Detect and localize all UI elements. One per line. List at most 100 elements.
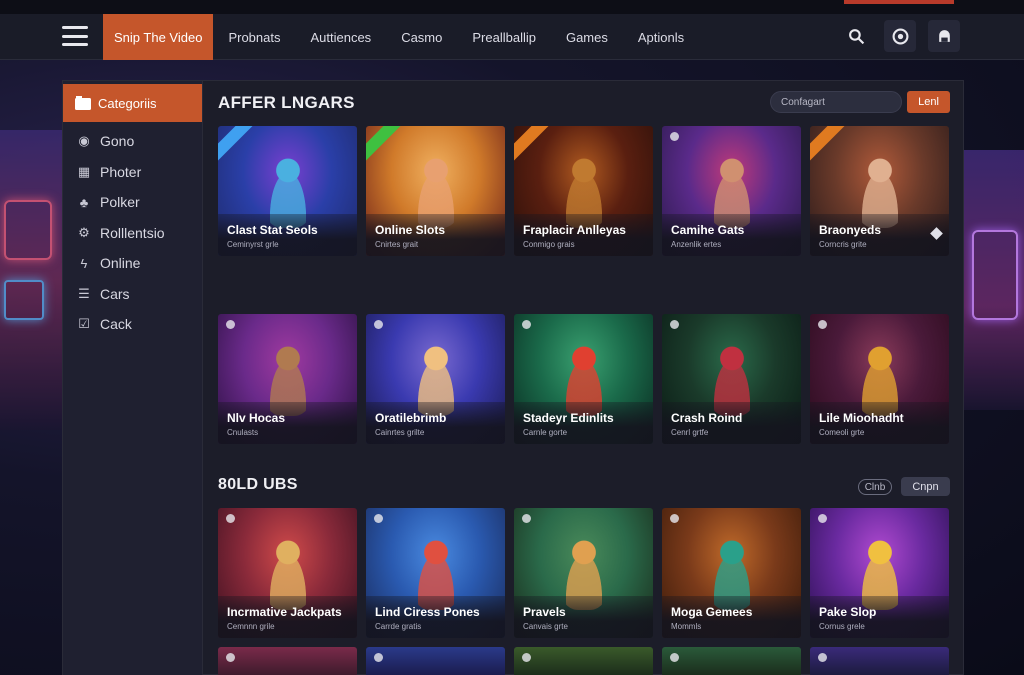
categories-sidebar: Categoriis ◉ Gono ▦ Photer ♣ Polker ⚙ Rolllents… [63,81,203,675]
main-panel: Categoriis ◉ Gono ▦ Photer ♣ Polker ⚙ Rolllents… [62,80,964,675]
check-icon: ☑ [78,316,90,332]
game-subtitle: Cainrtes grilte [375,428,425,437]
nav-item-casmo[interactable]: Casmo [386,14,457,60]
badge-icon [670,514,679,523]
game-title: Lind Ciress Pones [375,605,480,619]
background-casino-left [0,130,62,430]
chip-icon: ◉ [78,133,90,149]
game-card[interactable]: Pravels Canvais grte [514,508,653,638]
game-card[interactable] [514,647,653,675]
game-subtitle: Cnirtes grait [375,240,419,249]
game-title: Braonyeds [819,223,882,237]
game-card[interactable]: Incrmative Jackpats Cemnnn grile [218,508,357,638]
section-title-offers: AFFER LNGARS [218,93,355,112]
wheel-icon: ⚙ [78,224,90,240]
folder-icon [75,96,91,110]
game-card[interactable]: Stadeyr Edinlits Carnle gorte [514,314,653,444]
sidebar-header[interactable]: Categoriis [63,84,202,122]
game-card[interactable] [218,647,357,675]
badge-icon [818,514,827,523]
nav-item-probnats[interactable]: Probnats [213,14,295,60]
nav-item-auttiences[interactable]: Auttiences [295,14,386,60]
gold-grid: Incrmative Jackpats Cemnnn grile Lind Cire… [218,508,949,638]
game-card[interactable]: Nlv Hocas Cnulasts [218,314,357,444]
offers-grid-row2: Nlv Hocas Cnulasts Oratilebrimb Cainrtes gr… [218,314,949,444]
game-card[interactable]: Online Slots Cnirtes grait [366,126,505,256]
main-nav: Snip The Video Probnats Auttiences Casmo… [103,14,699,60]
sidebar-item-cack[interactable]: ☑ Cack [63,309,202,340]
game-card[interactable]: Crash Roind Cenrl grtfe [662,314,801,444]
sidebar-item-photer[interactable]: ▦ Photer [63,157,202,188]
badge-icon [226,320,235,329]
background-casino-right [964,150,1024,410]
game-subtitle: Anzenlik ertes [671,240,722,249]
game-subtitle: Cnulasts [227,428,259,437]
target-icon[interactable] [884,20,916,52]
game-card[interactable]: Fraplacir Anlleyas Conmigo grais [514,126,653,256]
more-grid [218,647,949,675]
top-icons [840,20,960,52]
game-card[interactable] [810,647,949,675]
user-icon[interactable] [928,20,960,52]
filter-pill[interactable]: Clnb [858,479,892,495]
sidebar-item-label: Polker [100,194,140,211]
badge-icon [670,653,679,662]
open-button[interactable]: Cnpn [901,477,950,496]
game-thumbnail [662,647,801,675]
learn-button[interactable]: Lenl [907,91,950,113]
sidebar-item-gono[interactable]: ◉ Gono [63,126,202,157]
sidebar-item-cars[interactable]: ☰ Cars [63,279,202,310]
game-subtitle: Carrde gratis [375,622,422,631]
list-icon: ☰ [78,285,90,301]
search-input[interactable]: Confagart [770,91,902,113]
game-title: Moga Gemees [671,605,753,619]
badge-icon [670,132,679,141]
game-card[interactable]: Lind Ciress Pones Carrde gratis [366,508,505,638]
game-title: Online Slots [375,223,446,237]
game-subtitle: Cenrl grtfe [671,428,709,437]
game-title: Pravels [523,605,566,619]
game-title: Nlv Hocas [227,411,286,425]
game-thumbnail [218,647,357,675]
game-card[interactable]: Moga Gemees Mommls [662,508,801,638]
badge-icon [818,320,827,329]
badge-icon [374,653,383,662]
game-card[interactable] [366,647,505,675]
sidebar-header-label: Categoriis [98,95,157,111]
nav-item-aptionls[interactable]: Aptionls [623,14,699,60]
badge-icon [374,320,383,329]
game-card[interactable]: Pake Slop Cornus grele [810,508,949,638]
menu-icon[interactable] [62,26,88,46]
sidebar-item-online[interactable]: ϟ Online [63,248,202,279]
sidebar-item-polker[interactable]: ♣ Polker [63,187,202,218]
nav-item-preallballip[interactable]: Preallballip [457,14,551,60]
nav-item-games[interactable]: Games [551,14,623,60]
game-card[interactable]: Oratilebrimb Cainrtes grilte [366,314,505,444]
game-title: Oratilebrimb [375,411,447,425]
game-card[interactable] [662,647,801,675]
game-card[interactable]: Lile Mioohadht Comeoli grte [810,314,949,444]
game-title: Incrmative Jackpats [227,605,342,619]
game-card[interactable]: Clast Stat Seols Ceminyrst grle [218,126,357,256]
nav-item-video[interactable]: Snip The Video [103,14,214,60]
game-title: Crash Roind [671,411,743,425]
section-title-gold: 80LD UBS [218,476,298,493]
sidebar-item-rolllentsio[interactable]: ⚙ Rolllentsio [63,218,202,249]
search-icon[interactable] [840,20,872,52]
sidebar-item-label: Cars [100,285,130,302]
badge-icon [226,653,235,662]
game-thumbnail [810,647,949,675]
lightning-icon: ϟ [80,255,88,271]
game-subtitle: Mommls [671,622,702,631]
game-subtitle: Conmigo grais [523,240,575,249]
game-title: Stadeyr Edinlits [523,411,614,425]
game-subtitle: Cornus grele [819,622,865,631]
game-card[interactable]: Braonyeds Corncris grite [810,126,949,256]
sidebar-list: ◉ Gono ▦ Photer ♣ Polker ⚙ Rolllentsio ϟ Online ☰ C… [63,126,202,340]
badge-icon [670,320,679,329]
game-card[interactable]: Camihe Gats Anzenlik ertes [662,126,801,256]
badge-icon [522,320,531,329]
content-area: AFFER LNGARS Confagart Lenl Clast Stat S… [204,81,964,675]
game-title: Lile Mioohadht [819,411,904,425]
top-strip [0,0,1024,14]
